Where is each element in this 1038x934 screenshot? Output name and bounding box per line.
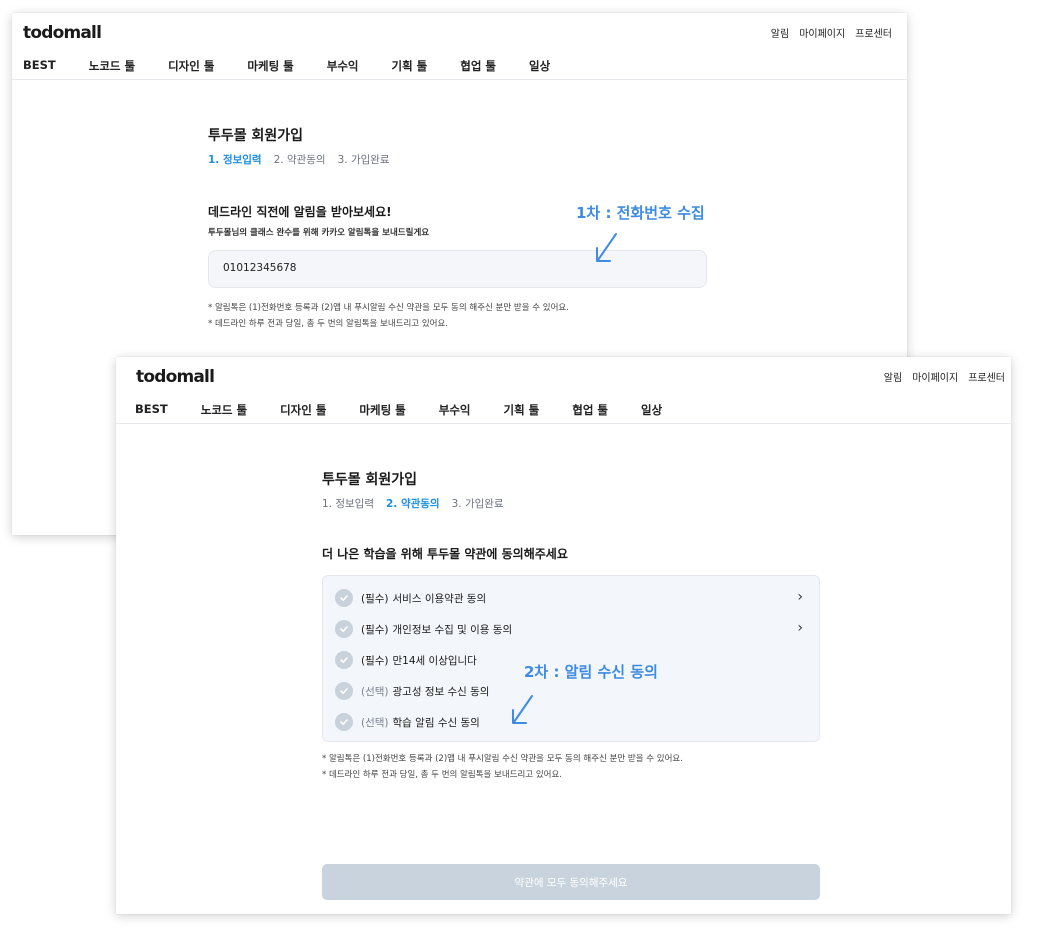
annotation-arrow-icon — [596, 233, 617, 262]
check-icon[interactable] — [335, 651, 353, 669]
header: todomall 알림 마이페이지 프로센터 BEST 노코드 툴 디자인 툴 … — [116, 357, 1011, 424]
section-heading: 더 나은 학습을 위해 투두몰 약관에 동의해주세요 — [322, 547, 568, 561]
util-link-procenter[interactable]: 프로센터 — [855, 25, 892, 40]
notice-text: * 알림톡은 (1)전화번호 등록과 (2)앱 내 푸시알림 수신 약관을 모두… — [322, 751, 683, 783]
notice-line: * 알림톡은 (1)전화번호 등록과 (2)앱 내 푸시알림 수신 약관을 모두… — [208, 303, 569, 313]
page-title: 투두몰 회원가입 — [208, 128, 304, 144]
header: todomall 알림 마이페이지 프로센터 BEST 노코드 툴 디자인 툴 … — [12, 13, 907, 80]
agreement-tag: (선택) — [361, 716, 389, 729]
phone-input[interactable]: 01012345678 — [208, 250, 707, 288]
nav-item-design[interactable]: 디자인 툴 — [168, 58, 214, 74]
nav-item-best[interactable]: BEST — [23, 58, 56, 74]
nav-item-design[interactable]: 디자인 툴 — [280, 402, 326, 418]
util-link-notifications[interactable]: 알림 — [884, 369, 902, 384]
annotation-label: 2차 : 알림 수신 동의 — [524, 663, 658, 681]
annotation-arrow-icon — [512, 695, 533, 724]
chevron-right-icon[interactable]: › — [797, 589, 803, 605]
nav-item-marketing[interactable]: 마케팅 툴 — [359, 402, 405, 418]
agreement-tag: (필수) — [361, 592, 389, 605]
step-terms: 2. 약관동의 — [386, 498, 440, 510]
agree-all-submit-button[interactable]: 약관에 모두 동의해주세요 — [322, 864, 820, 900]
nav-item-planning[interactable]: 기획 툴 — [503, 402, 539, 418]
notice-line: * 데드라인 하루 전과 당일, 총 두 번의 알림톡을 보내드리고 있어요. — [322, 770, 562, 780]
nav-item-side-income[interactable]: 부수익 — [439, 402, 471, 418]
agreement-label: 광고성 정보 수신 동의 — [392, 685, 490, 698]
agreement-tag: (필수) — [361, 654, 389, 667]
step-indicator: 1. 정보입력 2. 약관동의 3. 가입완료 — [208, 152, 390, 167]
nav-item-daily[interactable]: 일상 — [529, 58, 550, 74]
util-link-notifications[interactable]: 알림 — [771, 25, 789, 40]
notice-line: * 데드라인 하루 전과 당일, 총 두 번의 알림톡을 보내드리고 있어요. — [208, 319, 448, 329]
nav-item-best[interactable]: BEST — [135, 402, 168, 418]
utility-links: 알림 마이페이지 프로센터 — [884, 369, 1005, 384]
nav-item-nocode[interactable]: 노코드 툴 — [89, 58, 135, 74]
nav-item-daily[interactable]: 일상 — [641, 402, 662, 418]
agreement-list: (필수) 서비스 이용약관 동의 › (필수) 개인정보 수집 및 이용 동의 … — [322, 575, 820, 742]
agreement-item-privacy[interactable]: (필수) 개인정보 수집 및 이용 동의 › — [335, 619, 805, 639]
nav-item-planning[interactable]: 기획 툴 — [391, 58, 427, 74]
nav-item-marketing[interactable]: 마케팅 툴 — [247, 58, 293, 74]
notice-text: * 알림톡은 (1)전화번호 등록과 (2)앱 내 푸시알림 수신 약관을 모두… — [208, 300, 569, 332]
main-nav: BEST 노코드 툴 디자인 툴 마케팅 툴 부수익 기획 툴 협업 툴 일상 — [23, 58, 583, 74]
agreement-tag: (필수) — [361, 623, 389, 636]
agreement-item-terms[interactable]: (필수) 서비스 이용약관 동의 › — [335, 588, 805, 608]
check-icon[interactable] — [335, 589, 353, 607]
step-complete: 3. 가입완료 — [451, 498, 504, 510]
logo[interactable]: todomall — [23, 23, 102, 43]
page-title: 투두몰 회원가입 — [322, 472, 418, 488]
util-link-procenter[interactable]: 프로센터 — [968, 369, 1005, 384]
step-info: 1. 정보입력 — [208, 154, 262, 166]
check-icon[interactable] — [335, 682, 353, 700]
section-heading: 데드라인 직전에 알림을 받아보세요! — [208, 205, 392, 219]
nav-item-side-income[interactable]: 부수익 — [327, 58, 359, 74]
step-complete: 3. 가입완료 — [337, 154, 390, 166]
agreement-item-marketing[interactable]: (선택) 광고성 정보 수신 동의 — [335, 681, 805, 701]
section-subheading: 투두몰님의 클래스 완수를 위해 카카오 알림톡을 보내드릴게요 — [208, 228, 430, 238]
notice-line: * 알림톡은 (1)전화번호 등록과 (2)앱 내 푸시알림 수신 약관을 모두… — [322, 754, 683, 764]
util-link-mypage[interactable]: 마이페이지 — [912, 369, 958, 384]
step-info: 1. 정보입력 — [322, 498, 374, 510]
main-nav: BEST 노코드 툴 디자인 툴 마케팅 툴 부수익 기획 툴 협업 툴 일상 — [135, 402, 695, 418]
nav-item-collab[interactable]: 협업 툴 — [572, 402, 608, 418]
chevron-right-icon[interactable]: › — [797, 620, 803, 636]
agreement-label: 서비스 이용약관 동의 — [392, 592, 487, 605]
step-terms: 2. 약관동의 — [273, 154, 326, 166]
nav-item-nocode[interactable]: 노코드 툴 — [201, 402, 247, 418]
agreement-tag: (선택) — [361, 685, 389, 698]
signup-step2-window: todomall 알림 마이페이지 프로센터 BEST 노코드 툴 디자인 툴 … — [116, 357, 1011, 914]
nav-item-collab[interactable]: 협업 툴 — [460, 58, 496, 74]
util-link-mypage[interactable]: 마이페이지 — [799, 25, 845, 40]
utility-links: 알림 마이페이지 프로센터 — [771, 25, 892, 40]
annotation-label: 1차 : 전화번호 수집 — [576, 204, 705, 222]
check-icon[interactable] — [335, 620, 353, 638]
step-indicator: 1. 정보입력 2. 약관동의 3. 가입완료 — [322, 496, 504, 511]
agreement-item-learning-alert[interactable]: (선택) 학습 알림 수신 동의 — [335, 712, 805, 732]
agreement-label: 만14세 이상입니다 — [392, 654, 477, 667]
check-icon[interactable] — [335, 713, 353, 731]
logo[interactable]: todomall — [136, 367, 215, 387]
agreement-label: 개인정보 수집 및 이용 동의 — [392, 623, 513, 636]
agreement-label: 학습 알림 수신 동의 — [392, 716, 480, 729]
